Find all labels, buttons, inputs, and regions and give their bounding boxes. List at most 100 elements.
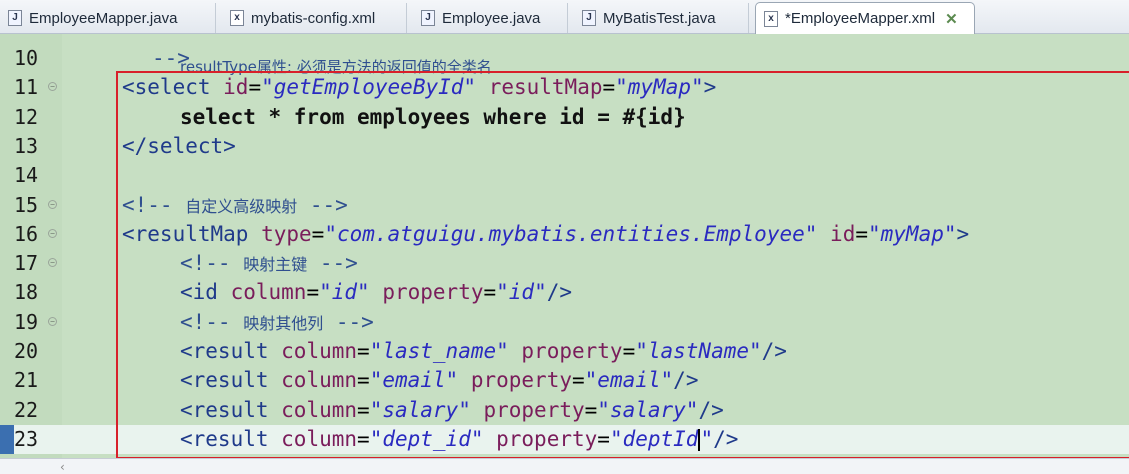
code-line[interactable]: 10 --> bbox=[0, 44, 1129, 73]
code-token: = bbox=[357, 397, 370, 422]
fold-toggle-icon[interactable]: − bbox=[48, 228, 57, 238]
code-text: --> bbox=[152, 44, 190, 73]
code-text: <result column="salary" property="salary… bbox=[180, 396, 724, 425]
code-token: column bbox=[268, 426, 358, 451]
code-token: "deptId bbox=[609, 426, 699, 451]
code-text: <!-- 映射主键 --> bbox=[180, 249, 358, 279]
code-line[interactable]: 22 <result column="salary" property="sala… bbox=[0, 396, 1129, 425]
code-token: id bbox=[210, 75, 249, 100]
code-text: <result column="last_name" property="las… bbox=[180, 337, 787, 366]
line-number: 14 bbox=[14, 163, 39, 188]
code-token: <!-- bbox=[180, 251, 244, 276]
line-number: 18 bbox=[14, 280, 39, 305]
code-text: <!-- 映射其他列 --> bbox=[180, 308, 374, 338]
code-token: "id" bbox=[319, 280, 370, 305]
code-token: = bbox=[306, 280, 320, 305]
code-text: </select> bbox=[122, 132, 236, 161]
code-token: <!-- bbox=[122, 192, 186, 217]
code-token: "id" bbox=[496, 280, 547, 305]
code-token: <result bbox=[180, 426, 269, 451]
code-token: --> bbox=[323, 309, 374, 334]
code-token: --> bbox=[307, 251, 358, 276]
code-line[interactable]: 15− <!-- 自定义高级映射 --> bbox=[0, 191, 1129, 220]
code-token: --> bbox=[152, 46, 190, 70]
code-token: id bbox=[817, 221, 856, 246]
code-token: "salary" bbox=[597, 397, 699, 422]
code-token: property bbox=[369, 280, 484, 305]
fold-toggle-icon[interactable]: − bbox=[48, 316, 57, 326]
code-token: = bbox=[622, 339, 636, 363]
code-editor[interactable]: resultType属性: 必须是方法的返回值的全类名 10 --> 11− <sel… bbox=[0, 34, 1129, 458]
code-line[interactable]: 20 <result column="last_name" property="l… bbox=[0, 337, 1129, 366]
line-number: 22 bbox=[14, 397, 39, 422]
code-token: = bbox=[357, 426, 370, 451]
code-token: "myMap" bbox=[615, 75, 704, 100]
line-number: 10 bbox=[14, 46, 39, 70]
code-token: <select bbox=[122, 75, 211, 100]
code-token: "dept_id" bbox=[369, 426, 484, 451]
scroll-left-arrow-icon[interactable]: ‹ bbox=[60, 460, 65, 474]
code-token: 自定义高级映射 bbox=[185, 196, 298, 216]
code-token: <result bbox=[180, 368, 269, 393]
code-token: </select> bbox=[122, 133, 236, 158]
code-token: /> bbox=[673, 368, 699, 393]
code-text: <!-- 自定义高级映射 --> bbox=[122, 191, 348, 221]
line-number: 20 bbox=[14, 339, 39, 363]
code-token: "email" bbox=[584, 368, 674, 393]
code-line[interactable]: 16− <resultMap type="com.atguigu.mybatis.… bbox=[0, 220, 1129, 249]
code-token: --> bbox=[297, 192, 348, 217]
line-number: 13 bbox=[14, 133, 39, 158]
code-token: <result bbox=[180, 339, 269, 363]
code-token: type bbox=[248, 221, 312, 246]
code-token: column bbox=[268, 397, 358, 422]
code-token: = bbox=[602, 75, 616, 100]
code-text: select * from employees where id = #{id} bbox=[180, 103, 686, 132]
code-line[interactable]: 12 select * from employees where id = #{i… bbox=[0, 103, 1129, 132]
code-token: property bbox=[508, 339, 623, 363]
code-text: <id column="id" property="id"/> bbox=[180, 278, 572, 307]
code-line[interactable]: 21 <result column="email" property="email… bbox=[0, 366, 1129, 395]
code-token: /> bbox=[713, 426, 739, 451]
code-token: column bbox=[268, 339, 358, 363]
code-token: 映射其他列 bbox=[243, 313, 324, 333]
code-token: property bbox=[483, 426, 598, 451]
code-text: <select id="getEmployeeById" resultMap="… bbox=[122, 73, 716, 102]
code-token: "getEmployeeById" bbox=[261, 75, 477, 100]
code-line[interactable]: 11− <select id="getEmployeeById" resultMa… bbox=[0, 73, 1129, 102]
code-token: column bbox=[268, 368, 358, 393]
fold-toggle-icon[interactable]: − bbox=[48, 82, 57, 92]
code-line[interactable]: 18 <id column="id" property="id"/> bbox=[0, 278, 1129, 307]
code-token: = bbox=[855, 221, 868, 246]
code-token: "last_name" bbox=[369, 339, 509, 363]
line-number: 23 bbox=[14, 426, 39, 451]
horizontal-scrollbar[interactable]: ‹ bbox=[0, 458, 1129, 474]
code-text: <resultMap type="com.atguigu.mybatis.ent… bbox=[122, 220, 969, 249]
code-token: select * from employees where id = #{id} bbox=[180, 104, 686, 129]
code-token: "email" bbox=[369, 368, 459, 393]
code-token: property bbox=[470, 397, 585, 422]
code-token: = bbox=[357, 339, 370, 363]
code-token: = bbox=[584, 397, 598, 422]
code-text: <result column="email" property="email"/… bbox=[180, 366, 698, 395]
code-token: = bbox=[248, 75, 262, 100]
code-token: = bbox=[572, 368, 585, 393]
code-line[interactable]: 17− <!-- 映射主键 --> bbox=[0, 249, 1129, 278]
code-line[interactable]: 19− <!-- 映射其他列 --> bbox=[0, 308, 1129, 337]
code-line[interactable]: 13 </select> bbox=[0, 132, 1129, 161]
code-token: property bbox=[458, 368, 572, 393]
code-text: <result column="dept_id" property="deptI… bbox=[180, 425, 738, 454]
code-token: /> bbox=[698, 397, 724, 422]
code-token: <resultMap bbox=[122, 221, 249, 246]
code-token: = bbox=[597, 426, 610, 451]
code-line[interactable]: 23 <result column="dept_id" property="dep… bbox=[0, 424, 1129, 454]
fold-toggle-icon[interactable]: − bbox=[48, 258, 57, 268]
code-line[interactable]: 14 bbox=[0, 161, 1129, 190]
code-token: = bbox=[357, 368, 370, 393]
code-token: = bbox=[483, 280, 497, 305]
code-token: "myMap" bbox=[868, 221, 957, 246]
code-token: > bbox=[703, 75, 717, 100]
code-token: /> bbox=[761, 339, 787, 363]
fold-toggle-icon[interactable]: − bbox=[48, 199, 57, 209]
code-token: column bbox=[217, 280, 307, 305]
code-token: "salary" bbox=[369, 397, 471, 422]
